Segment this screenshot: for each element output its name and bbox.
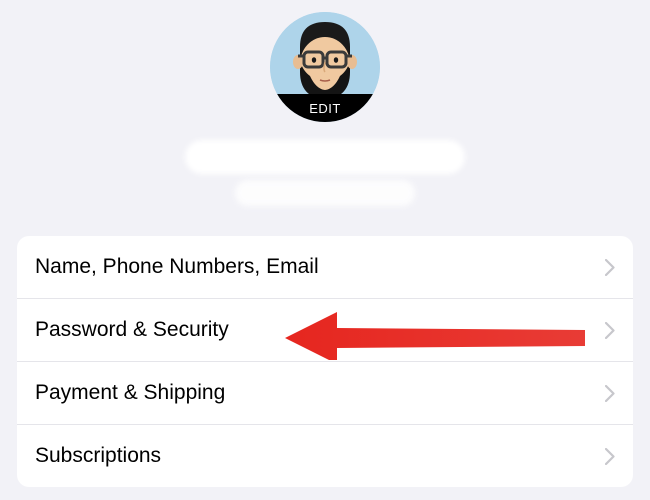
apple-id-placeholder — [235, 180, 415, 206]
edit-avatar-button[interactable]: EDIT — [270, 94, 380, 122]
row-label: Name, Phone Numbers, Email — [35, 255, 319, 279]
profile-header: EDIT — [0, 12, 650, 236]
profile-name-redacted — [185, 140, 465, 206]
row-payment-shipping[interactable]: Payment & Shipping — [17, 362, 633, 425]
row-label: Payment & Shipping — [35, 381, 225, 405]
chevron-right-icon — [605, 385, 615, 402]
row-name-phone-email[interactable]: Name, Phone Numbers, Email — [17, 236, 633, 299]
row-password-security[interactable]: Password & Security — [17, 299, 633, 362]
chevron-right-icon — [605, 259, 615, 276]
display-name-placeholder — [185, 140, 465, 174]
row-label: Password & Security — [35, 318, 229, 342]
apple-id-settings: EDIT Name, Phone Numbers, Email Password… — [0, 0, 650, 487]
chevron-right-icon — [605, 448, 615, 465]
settings-list: Name, Phone Numbers, Email Password & Se… — [17, 236, 633, 487]
chevron-right-icon — [605, 322, 615, 339]
row-subscriptions[interactable]: Subscriptions — [17, 425, 633, 487]
profile-avatar[interactable]: EDIT — [270, 12, 380, 122]
row-label: Subscriptions — [35, 444, 161, 468]
